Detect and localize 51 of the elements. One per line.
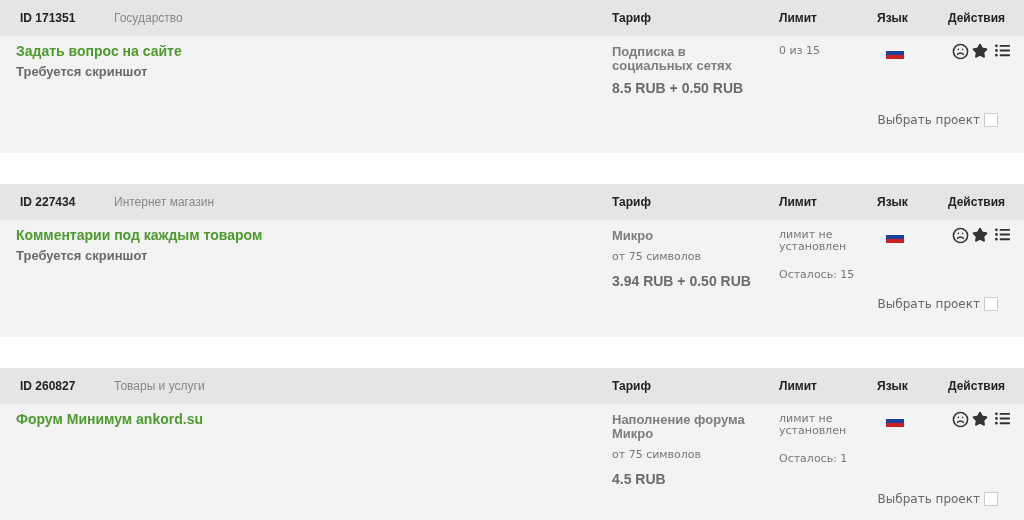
column-header: Язык — [877, 194, 909, 211]
tariff-name: Наполнение форума Микро — [612, 413, 746, 441]
star-icon[interactable] — [972, 43, 988, 59]
list-icon[interactable] — [995, 411, 1010, 426]
tariff-name: Подписка в социальных сетях — [612, 45, 733, 73]
tariff-price: 4.5 RUB — [612, 469, 667, 489]
star-icon[interactable] — [972, 227, 988, 243]
frown-icon[interactable] — [952, 227, 969, 244]
tariff-subtitle: от 75 символов — [612, 447, 703, 463]
limit-text: лимит не установлен — [779, 413, 848, 437]
project-category: Интернет магазин — [114, 194, 215, 211]
limit-text: лимит не установлен — [779, 229, 848, 253]
star-icon[interactable] — [972, 411, 988, 427]
select-project-checkbox[interactable] — [984, 491, 998, 506]
limit-text: 0 из 15 — [779, 45, 821, 57]
project-category: Товары и услуги — [114, 378, 205, 395]
column-header: Тариф — [612, 378, 652, 395]
column-header: Тариф — [612, 10, 652, 27]
project-title-link[interactable]: Форум Минимум ankord.su — [16, 411, 612, 428]
column-header: Действия — [948, 194, 1007, 211]
tariff-subtitle: от 75 символов — [612, 249, 703, 265]
tariff-price: 8.5 RUB + 0.50 RUB — [612, 79, 745, 98]
tariff-price: 3.94 RUB + 0.50 RUB — [612, 271, 752, 291]
project-title-link[interactable]: Комментарии под каждым товаром — [16, 227, 612, 244]
column-header: Тариф — [612, 194, 652, 211]
project-id: ID 227434 — [20, 194, 77, 211]
frown-icon[interactable] — [952, 43, 969, 60]
project-category: Государство — [114, 10, 183, 27]
limit-remaining: Осталось: 1 — [779, 453, 849, 465]
list-icon[interactable] — [995, 43, 1010, 58]
tariff-name: Микро — [612, 229, 655, 243]
column-header: Лимит — [779, 378, 818, 395]
frown-icon[interactable] — [952, 411, 969, 428]
column-header: Язык — [877, 378, 909, 395]
project-title-link[interactable]: Задать вопрос на сайте — [16, 43, 612, 60]
select-project-label: Выбрать проект — [877, 296, 980, 313]
column-header: Лимит — [779, 194, 818, 211]
list-icon[interactable] — [995, 227, 1010, 242]
project-id: ID 171351 — [20, 10, 77, 27]
column-header: Лимит — [779, 10, 818, 27]
project-note: Требуется скриншот — [16, 63, 149, 80]
column-header: Действия — [948, 10, 1007, 27]
column-header: Действия — [948, 378, 1007, 395]
project-id: ID 260827 — [20, 378, 77, 395]
select-project-checkbox[interactable] — [984, 113, 998, 127]
select-project-checkbox[interactable] — [984, 297, 998, 311]
limit-remaining: Осталось: 15 — [779, 269, 856, 281]
select-project-label: Выбрать проект — [877, 490, 980, 508]
column-header: Язык — [877, 10, 909, 27]
select-project-label: Выбрать проект — [877, 112, 980, 129]
project-note: Требуется скриншот — [16, 247, 149, 264]
